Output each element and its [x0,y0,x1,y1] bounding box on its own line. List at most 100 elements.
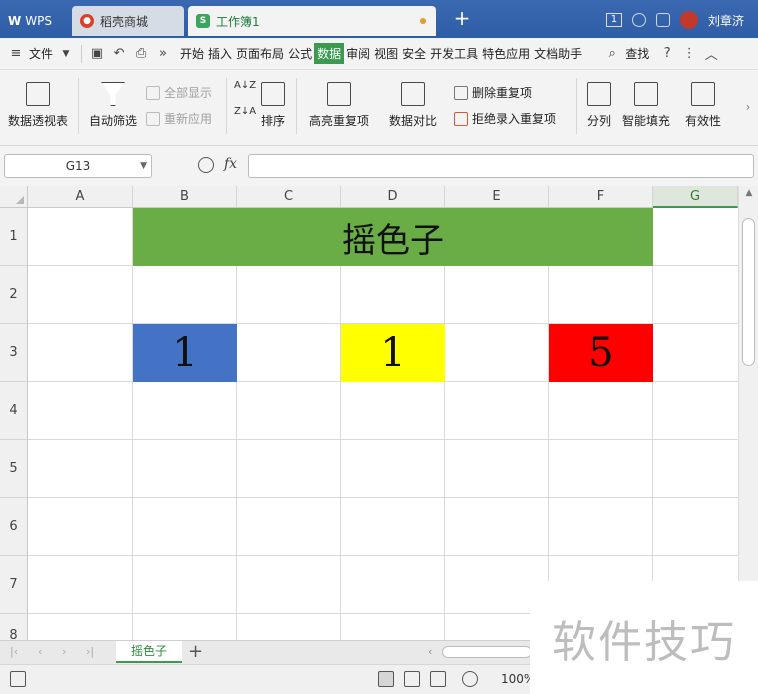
more-icon[interactable]: » [155,46,171,62]
search-label[interactable]: 查找 [623,45,651,62]
next-sheet-icon[interactable]: › [62,645,66,658]
scroll-up-icon[interactable]: ▲ [739,186,758,200]
macro-icon[interactable] [10,671,26,687]
chevron-down-icon[interactable]: ▼ [58,46,74,62]
sort-descending-icon: Z↓A [234,106,257,117]
sort-button[interactable]: 排序 [256,82,290,129]
avatar[interactable] [679,11,698,29]
row-header-7[interactable]: 7 [0,556,28,614]
menu-item-doc-assistant[interactable]: 文档助手 [532,45,584,62]
menu-item-page-layout[interactable]: 页面布局 [234,45,286,62]
zoom-formula-icon[interactable] [198,157,214,173]
first-sheet-icon[interactable]: |‹ [10,645,18,658]
tab-wps[interactable]: W WPS [0,6,68,36]
print-icon[interactable]: ⎙ [133,46,149,62]
column-header-e[interactable]: E [445,186,549,208]
divider [296,78,297,134]
user-name[interactable]: 刘章济 [708,12,744,29]
highlight-duplicates-button[interactable]: 高亮重复项 [302,82,376,129]
chevron-down-icon[interactable]: ▼ [140,155,147,177]
add-sheet-button[interactable]: + [188,642,203,662]
reading-layout-icon[interactable] [430,671,446,687]
wps-logo-icon: W [8,14,22,28]
row-header-1[interactable]: 1 [0,208,28,266]
autofilter-button[interactable]: 自动筛选 [86,82,140,129]
reapply-button[interactable]: 重新应用 [146,110,212,127]
column-header-d[interactable]: D [341,186,445,208]
ribbon-scroll-right-icon[interactable]: › [742,100,754,114]
pivot-table-button[interactable]: 数据透视表 [6,82,70,129]
last-sheet-icon[interactable]: ›| [86,645,94,658]
menu-item-data[interactable]: 数据 [314,43,345,64]
skin-icon[interactable] [631,13,646,27]
search-icon[interactable]: ⌕ [604,46,620,62]
menu-item-review[interactable]: 审阅 [344,45,372,62]
row-header-2[interactable]: 2 [0,266,28,324]
hamburger-icon[interactable]: ≡ [8,46,24,62]
menu-item-formula[interactable]: 公式 [286,45,314,62]
menu-item-developer[interactable]: 开发工具 [428,45,480,62]
menu-file[interactable]: 文件 [27,45,55,62]
sort-icon [261,82,285,106]
horizontal-scroll-thumb[interactable] [442,646,532,658]
reject-duplicates-button[interactable]: 拒绝录入重复项 [454,110,556,127]
collapse-ribbon-icon[interactable]: ︿ [703,46,719,63]
column-header-g[interactable]: G [653,186,738,208]
select-all-corner[interactable] [0,186,28,208]
name-box[interactable]: G13 ▼ [4,154,152,178]
data-compare-button[interactable]: 数据对比 [382,82,444,129]
insert-function-button[interactable]: fx [224,156,237,172]
row-header-6[interactable]: 6 [0,498,28,556]
grid-line [340,208,341,640]
validity-button[interactable]: 有效性 [678,82,728,129]
column-header-f[interactable]: F [549,186,653,208]
split-columns-label: 分列 [586,114,611,128]
menu-item-insert[interactable]: 插入 [206,45,234,62]
menu-item-features[interactable]: 特色应用 [480,45,532,62]
column-header-b[interactable]: B [133,186,237,208]
grid-line [28,555,738,556]
vertical-scrollbar[interactable]: ▲ [738,186,758,581]
smart-fill-button[interactable]: 智能填充 [620,82,672,129]
row-header-3[interactable]: 3 [0,324,28,382]
vertical-scroll-thumb[interactable] [742,218,755,366]
menu-item-view[interactable]: 视图 [372,45,400,62]
scroll-left-icon[interactable]: ‹ [428,645,432,658]
merged-title-cell[interactable]: 摇色子 [133,208,653,266]
row-header-4[interactable]: 4 [0,382,28,440]
window-count-badge[interactable]: 1 [605,13,622,27]
column-header-c[interactable]: C [237,186,341,208]
more-options-icon[interactable]: ⋮ [681,46,697,62]
tab-workbook[interactable]: S 工作簿1 [188,6,436,36]
show-all-button[interactable]: 全部显示 [146,84,212,101]
sort-ascending-icon: A↓Z [234,80,257,91]
grid-line [132,208,133,640]
data-compare-label: 数据对比 [388,114,437,128]
undo-icon[interactable]: ↶ [111,46,127,62]
spreadsheet-grid[interactable]: A B C D E F G 1 2 3 4 5 6 7 8 摇色子 1 1 5 [0,186,758,640]
formula-input[interactable] [248,154,754,178]
menu-item-security[interactable]: 安全 [400,45,428,62]
cell-d3[interactable]: 1 [341,324,445,382]
row-header-5[interactable]: 5 [0,440,28,498]
page-break-view-icon[interactable] [404,671,420,687]
normal-view-icon[interactable] [378,671,394,687]
save-icon[interactable]: ▣ [89,46,105,62]
cell-f3[interactable]: 5 [549,324,653,382]
delete-duplicates-button[interactable]: 删除重复项 [454,84,532,101]
sheet-tab-active[interactable]: 摇色子 [116,641,182,663]
cell-b3[interactable]: 1 [133,324,237,382]
column-header-a[interactable]: A [28,186,133,208]
grid-line [548,208,549,640]
sort-descending-button[interactable]: Z↓A [232,106,257,130]
sort-ascending-button[interactable]: A↓Z [232,80,257,104]
tab-daoke-store[interactable]: ● 稻壳商城 [72,6,184,36]
help-icon[interactable]: ? [659,46,675,62]
eye-protection-icon[interactable] [462,671,478,687]
new-tab-button[interactable]: + [452,8,472,30]
split-columns-button[interactable]: 分列 [582,82,616,129]
feedback-icon[interactable] [655,13,670,27]
menu-item-start[interactable]: 开始 [178,45,206,62]
row-header-8[interactable]: 8 [0,614,28,640]
prev-sheet-icon[interactable]: ‹ [38,645,42,658]
